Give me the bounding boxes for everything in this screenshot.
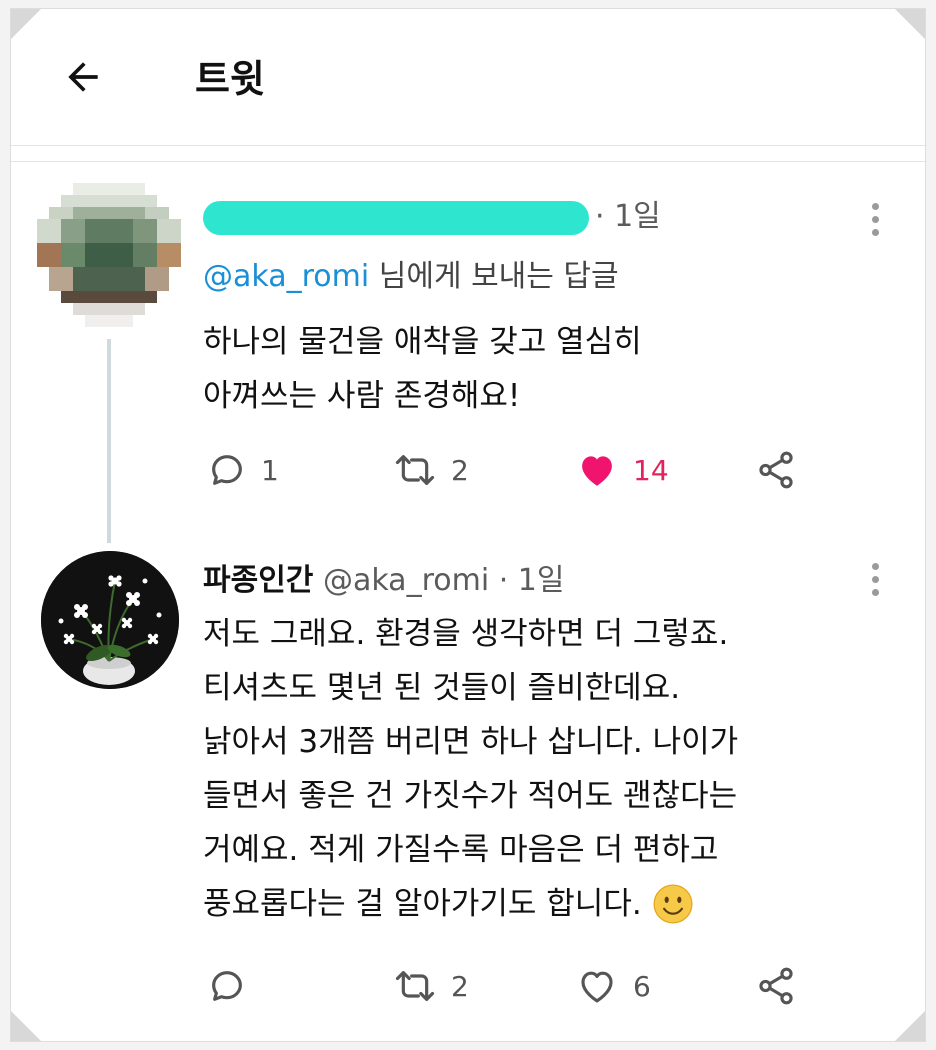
tweet-text-line: 들면서 좋은 건 가짓수가 적어도 괜찮다는 [203, 778, 738, 814]
flower-avatar-image [41, 551, 179, 689]
avatar[interactable] [41, 551, 179, 689]
tweet-text-line: 아껴쓰는 사람 존경해요! [203, 378, 521, 414]
heart-outline-icon [581, 971, 613, 1003]
tweet-text-line: 하나의 물건을 애착을 갖고 열심히 [203, 324, 642, 360]
redacted-name-mark [203, 200, 589, 235]
tweet-header: 파종인간 @aka_romi · 1일 [203, 561, 564, 601]
tweet-text-line: 낡아서 3개쯤 버리면 하나 삽니다. 나이가 [203, 724, 739, 760]
tweet-text-line: 풍요롭다는 걸 알아가기도 합니다. [203, 886, 642, 922]
tweet-actions: 2 6 [207, 961, 807, 1011]
tweet-time[interactable]: · 1일 [499, 563, 565, 598]
like-count: 6 [633, 969, 651, 1003]
reply-icon [212, 971, 242, 1001]
tweet-thread-card: 트윗 · 1일 @aka_romi 님에게 보내는 답글 하나의 물건을 애착을… [10, 8, 926, 1042]
slightly-smiling-face-icon [653, 884, 693, 924]
tweet-time[interactable]: · 1일 [595, 199, 661, 234]
share-button[interactable] [755, 445, 797, 495]
reply-button[interactable] [207, 961, 261, 1011]
back-button[interactable] [55, 49, 111, 105]
tweet-text-line: 티셔츠도 몇년 된 것들이 즐비한데요. [203, 670, 681, 706]
reply-icon [212, 455, 242, 485]
page-corner-fold [895, 1011, 925, 1041]
more-options-button[interactable] [869, 563, 881, 596]
tweet-text-last-line: 풍요롭다는 걸 알아가기도 합니다. [203, 877, 738, 931]
divider [11, 161, 925, 162]
avatar[interactable] [37, 183, 181, 327]
page-corner-fold [11, 1011, 41, 1041]
share-button[interactable] [755, 961, 797, 1011]
like-count: 14 [633, 453, 669, 487]
tweet-actions: 1 2 14 [207, 445, 807, 495]
like-button[interactable]: 14 [575, 445, 669, 495]
page-title: 트윗 [195, 57, 265, 101]
retweet-count: 2 [451, 969, 469, 1003]
more-options-button[interactable] [869, 203, 881, 236]
tweet-text: 하나의 물건을 애착을 갖고 열심히 아껴쓰는 사람 존경해요! [203, 315, 642, 423]
reply-to-line: @aka_romi 님에게 보내는 답글 [203, 255, 619, 299]
heart-filled-icon [582, 456, 612, 486]
reply-to-mention[interactable]: @aka_romi [203, 259, 369, 294]
reply-button[interactable]: 1 [207, 445, 279, 495]
arrow-left-icon [68, 62, 98, 92]
tweet-text-line: 거예요. 적게 가질수록 마음은 더 편하고 [203, 832, 719, 868]
top-bar: 트윗 [11, 9, 925, 145]
share-icon [759, 451, 793, 489]
tweet-header: · 1일 [203, 197, 661, 237]
reply-to-suffix: 님에게 보내는 답글 [369, 259, 619, 294]
display-name[interactable]: 파종인간 [203, 563, 313, 598]
divider [11, 145, 925, 146]
tweet-text: 저도 그래요. 환경을 생각하면 더 그렇죠. 티셔츠도 몇년 된 것들이 즐비… [203, 607, 738, 931]
retweet-button[interactable]: 2 [393, 961, 469, 1011]
share-icon [759, 967, 793, 1005]
user-handle[interactable]: @aka_romi [323, 563, 489, 598]
retweet-icon [395, 455, 435, 485]
thread-connector-line [107, 339, 111, 543]
retweet-icon [395, 971, 435, 1001]
retweet-button[interactable]: 2 [393, 445, 469, 495]
pixelated-avatar-image [37, 183, 181, 327]
retweet-count: 2 [451, 453, 469, 487]
like-button[interactable]: 6 [575, 961, 651, 1011]
reply-count: 1 [261, 453, 279, 487]
tweet-text-line: 저도 그래요. 환경을 생각하면 더 그렇죠. [203, 616, 729, 652]
